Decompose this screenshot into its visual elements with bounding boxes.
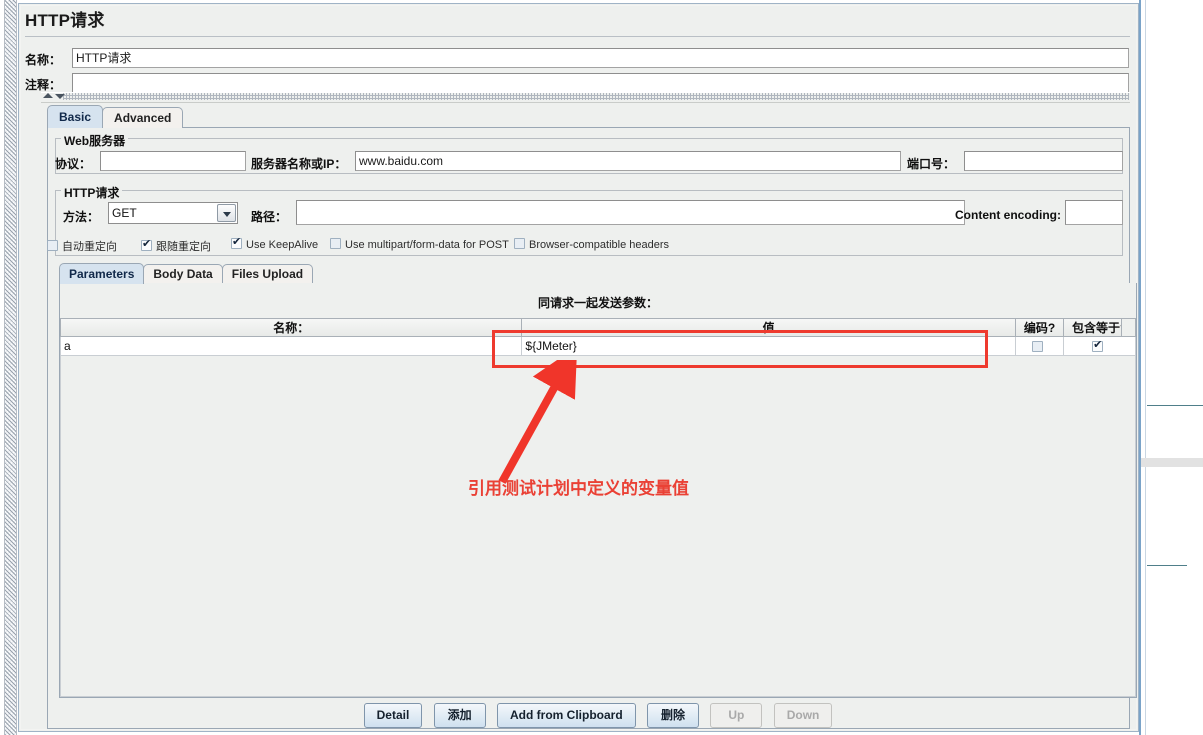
method-combobox[interactable]: GET xyxy=(108,202,238,224)
cell-param-include-equals[interactable] xyxy=(1064,337,1136,356)
protocol-input[interactable] xyxy=(100,151,246,171)
title-separator xyxy=(25,36,1130,37)
detail-button[interactable]: Detail xyxy=(363,703,423,728)
port-label: 端口号： xyxy=(907,157,956,171)
comment-row: 注释： xyxy=(19,73,1129,93)
checkbox-multipart-form-data-box[interactable] xyxy=(330,238,341,249)
checkbox-browser-compatible-headers-box[interactable] xyxy=(514,238,525,249)
checkbox-use-keepalive-box[interactable] xyxy=(231,235,242,249)
right-remnant-band xyxy=(1141,458,1203,467)
delete-button[interactable]: 删除 xyxy=(647,703,700,728)
parameters-caption: 同请求一起发送参数： xyxy=(537,296,658,310)
table-row[interactable]: a ${JMeter} xyxy=(60,337,1136,356)
checkbox-follow-redirect-box[interactable] xyxy=(141,237,152,251)
tab-advanced[interactable]: Advanced xyxy=(102,107,184,128)
checkbox-auto-redirect[interactable]: 自动重定向 xyxy=(47,238,117,254)
chevron-down-icon xyxy=(223,212,231,217)
up-button: Up xyxy=(710,703,763,728)
cell-param-value[interactable]: ${JMeter} xyxy=(522,337,1016,356)
page-title: HTTP请求 xyxy=(25,11,105,30)
right-edge-line-outer xyxy=(1139,0,1141,735)
tab-basic[interactable]: Basic xyxy=(47,105,104,128)
parameters-tabstrip: Parameters Body Data Files Upload xyxy=(59,263,314,284)
annotation-text: 引用测试计划中定义的变量值 xyxy=(468,479,689,499)
left-split-divider[interactable] xyxy=(4,0,17,735)
web-server-group-title: Web服务器 xyxy=(61,132,129,149)
tab-body-data[interactable]: Body Data xyxy=(143,264,223,284)
checkbox-follow-redirect-label: 跟随重定向 xyxy=(156,241,211,253)
checkbox-multipart-form-data[interactable]: Use multipart/form-data for POST xyxy=(330,238,509,254)
screen-root: HTTP请求 名称： HTTP请求 注释： Basic Advanced Web服… xyxy=(0,0,1203,735)
protocol-label: 协议： xyxy=(55,157,92,171)
split-collapse-up-icon[interactable] xyxy=(43,93,53,98)
add-from-clipboard-button[interactable]: Add from Clipboard xyxy=(497,703,636,728)
right-remnant-line-1 xyxy=(1147,405,1203,406)
split-pane-texture xyxy=(63,93,1129,100)
checkbox-browser-compatible-headers[interactable]: Browser-compatible headers xyxy=(514,238,669,254)
tab-files-upload[interactable]: Files Upload xyxy=(221,264,314,284)
checkbox-auto-redirect-box[interactable] xyxy=(47,240,58,251)
down-button: Down xyxy=(773,703,833,728)
http-request-group-title: HTTP请求 xyxy=(61,184,123,201)
checkbox-browser-compatible-headers-label: Browser-compatible headers xyxy=(529,239,670,251)
split-collapse-down-icon[interactable] xyxy=(55,94,65,99)
checkbox-use-keepalive-label: Use KeepAlive xyxy=(246,239,319,251)
cell-encode-checkbox[interactable] xyxy=(1032,340,1043,352)
name-row: 名称： HTTP请求 xyxy=(19,48,1129,68)
path-input[interactable] xyxy=(296,200,965,225)
column-header-value[interactable]: 值 xyxy=(522,318,1016,337)
server-label: 服务器名称或IP： xyxy=(251,157,347,171)
parameters-table[interactable]: 名称： 值 编码? 包含等于? a ${JMeter} xyxy=(60,318,1137,356)
cell-include-equals-checkbox[interactable] xyxy=(1092,338,1104,352)
column-header-name[interactable]: 名称： xyxy=(60,318,523,337)
checkbox-multipart-form-data-label: Use multipart/form-data for POST xyxy=(345,239,509,251)
parameters-table-empty-area xyxy=(60,356,1136,697)
cell-param-name[interactable]: a xyxy=(60,337,523,356)
annotation-arrow-icon xyxy=(498,360,578,484)
name-label: 名称： xyxy=(25,53,62,67)
path-label: 路径： xyxy=(251,210,288,224)
checkbox-use-keepalive[interactable]: Use KeepAlive xyxy=(231,235,319,254)
port-input[interactable] xyxy=(964,151,1123,171)
method-combobox-value: GET xyxy=(112,206,137,220)
content-encoding-input[interactable] xyxy=(1065,200,1123,225)
parameters-button-bar: Detail 添加 Add from Clipboard 删除 Up Down xyxy=(59,703,1137,733)
table-scroll-corner xyxy=(1121,318,1136,337)
server-input[interactable]: www.baidu.com xyxy=(355,151,901,171)
http-options-row: 自动重定向 跟随重定向 Use KeepAlive Use multipart/… xyxy=(47,235,1117,254)
main-tabstrip: Basic Advanced xyxy=(47,105,184,128)
column-header-encode[interactable]: 编码? xyxy=(1015,318,1065,337)
right-remnant-line-2 xyxy=(1147,565,1187,566)
cell-param-encode[interactable] xyxy=(1015,337,1065,356)
name-input[interactable]: HTTP请求 xyxy=(72,48,1129,68)
method-label: 方法： xyxy=(63,210,100,224)
comment-input[interactable] xyxy=(72,73,1129,93)
content-encoding-label: Content encoding: xyxy=(955,208,1061,222)
comment-label: 注释： xyxy=(25,78,62,92)
right-edge-line-inner xyxy=(1145,0,1146,735)
tab-parameters[interactable]: Parameters xyxy=(59,263,145,284)
right-background xyxy=(1141,0,1203,735)
add-button[interactable]: 添加 xyxy=(433,703,486,728)
method-combobox-button[interactable] xyxy=(217,204,236,222)
checkbox-auto-redirect-label: 自动重定向 xyxy=(62,241,117,253)
checkbox-follow-redirect[interactable]: 跟随重定向 xyxy=(141,237,211,254)
parameters-table-header: 名称： 值 编码? 包含等于? xyxy=(60,318,1137,337)
